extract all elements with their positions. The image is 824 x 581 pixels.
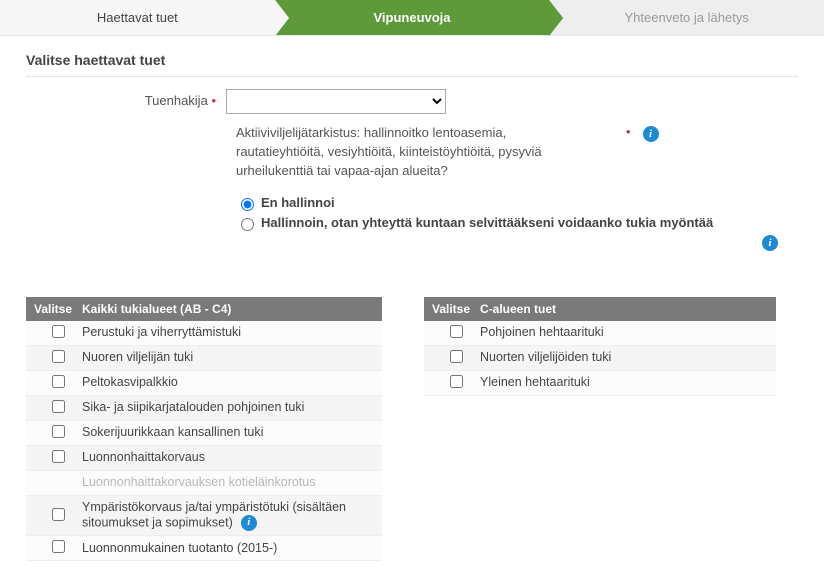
- table-row: Luonnonhaittakorvaus: [26, 446, 382, 471]
- step-vipuneuvoja[interactable]: Vipuneuvoja: [275, 0, 550, 35]
- row-checkbox[interactable]: [52, 375, 65, 388]
- step-haettavat-tuet[interactable]: Haettavat tuet: [0, 0, 275, 35]
- row-label: Nuoren viljelijän tuki: [82, 350, 374, 366]
- active-farmer-question: Aktiiviviljelijätarkistus: hallinnoitko …: [236, 124, 596, 181]
- step-label: Vipuneuvoja: [373, 10, 450, 25]
- wizard-steps: Haettavat tuet Vipuneuvoja Yhteenveto ja…: [0, 0, 824, 36]
- radio-en-hallinnoi-label: En hallinnoi: [261, 195, 335, 210]
- row-checkbox-cell: [34, 400, 82, 416]
- table-row: Nuoren viljelijän tuki: [26, 346, 382, 371]
- table-row: Luonnonhaittakorvauksen kotieläinkorotus: [26, 471, 382, 496]
- row-label: Ympäristökorvaus ja/tai ympäristötuki (s…: [82, 500, 374, 532]
- table-row: Ympäristökorvaus ja/tai ympäristötuki (s…: [26, 496, 382, 537]
- row-label: Luonnonhaittakorvauksen kotieläinkorotus: [82, 475, 374, 491]
- col-valitse: Valitse: [34, 302, 82, 316]
- info-icon[interactable]: i: [241, 515, 257, 531]
- row-checkbox[interactable]: [450, 375, 463, 388]
- table-c-area: Valitse C-alueen tuet Pohjoinen hehtaari…: [424, 297, 776, 561]
- row-checkbox[interactable]: [52, 508, 65, 521]
- col-valitse: Valitse: [432, 302, 480, 316]
- info-icon[interactable]: i: [762, 235, 778, 251]
- table-body-right: Pohjoinen hehtaarituki Nuorten viljelijöi…: [424, 321, 776, 396]
- step-label: Haettavat tuet: [97, 10, 178, 25]
- row-checkbox-cell: [34, 508, 82, 524]
- row-label: Perustuki ja viherryttämistuki: [82, 325, 374, 341]
- applicant-label-text: Tuenhakija: [145, 93, 208, 108]
- radio-hallinnoin[interactable]: [241, 218, 254, 231]
- radio-hallinnoin-label: Hallinnoin, otan yhteyttä kuntaan selvit…: [261, 215, 713, 230]
- row-checkbox[interactable]: [52, 425, 65, 438]
- info-icon[interactable]: i: [643, 126, 659, 142]
- row-checkbox[interactable]: [52, 450, 65, 463]
- table-row: Sika- ja siipikarjatalouden pohjoinen tu…: [26, 396, 382, 421]
- table-row: Pohjoinen hehtaarituki: [424, 321, 776, 346]
- row-label: Luonnonhaittakorvaus: [82, 450, 374, 466]
- row-checkbox[interactable]: [52, 400, 65, 413]
- row-checkbox[interactable]: [450, 325, 463, 338]
- row-checkbox-cell: [432, 350, 480, 366]
- row-label: Nuorten viljelijöiden tuki: [480, 350, 768, 366]
- table-row: Luonnonmukainen tuotanto (2015-): [26, 536, 382, 561]
- col-title: C-alueen tuet: [480, 302, 768, 316]
- section-title: Valitse haettavat tuet: [26, 52, 798, 77]
- row-label: Sika- ja siipikarjatalouden pohjoinen tu…: [82, 400, 374, 416]
- table-body-left: Perustuki ja viherryttämistuki Nuoren vil…: [26, 321, 382, 561]
- col-title: Kaikki tukialueet (AB - C4): [82, 302, 374, 316]
- table-all-areas: Valitse Kaikki tukialueet (AB - C4) Peru…: [26, 297, 382, 561]
- row-checkbox-cell: [34, 350, 82, 366]
- table-row: Peltokasvipalkkio: [26, 371, 382, 396]
- row-label: Pohjoinen hehtaarituki: [480, 325, 768, 341]
- manage-radio-group: En hallinnoi Hallinnoin, otan yhteyttä k…: [236, 195, 798, 231]
- row-checkbox-cell: [34, 375, 82, 391]
- required-marker: •: [211, 93, 216, 108]
- radio-en-hallinnoi[interactable]: [241, 198, 254, 211]
- step-yhteenveto[interactable]: Yhteenveto ja lähetys: [549, 0, 824, 35]
- row-checkbox[interactable]: [52, 325, 65, 338]
- row-label: Luonnonmukainen tuotanto (2015-): [82, 541, 374, 557]
- row-checkbox[interactable]: [450, 350, 463, 363]
- table-header: Valitse C-alueen tuet: [424, 297, 776, 321]
- applicant-select[interactable]: [226, 89, 446, 114]
- step-label: Yhteenveto ja lähetys: [625, 10, 749, 25]
- row-checkbox[interactable]: [52, 350, 65, 363]
- row-checkbox-cell: [34, 450, 82, 466]
- row-checkbox-cell: [432, 375, 480, 391]
- row-checkbox-cell: [34, 540, 82, 556]
- row-label: Peltokasvipalkkio: [82, 375, 374, 391]
- row-label: Yleinen hehtaarituki: [480, 375, 768, 391]
- table-row: Yleinen hehtaarituki: [424, 371, 776, 396]
- required-marker: •: [626, 124, 631, 139]
- row-label: Sokerijuurikkaan kansallinen tuki: [82, 425, 374, 441]
- table-row: Sokerijuurikkaan kansallinen tuki: [26, 421, 382, 446]
- applicant-label: Tuenhakija •: [26, 89, 226, 108]
- table-header: Valitse Kaikki tukialueet (AB - C4): [26, 297, 382, 321]
- table-row: Nuorten viljelijöiden tuki: [424, 346, 776, 371]
- table-row: Perustuki ja viherryttämistuki: [26, 321, 382, 346]
- row-checkbox[interactable]: [52, 540, 65, 553]
- row-checkbox-cell: [432, 325, 480, 341]
- row-checkbox-cell: [34, 425, 82, 441]
- row-checkbox-cell: [34, 325, 82, 341]
